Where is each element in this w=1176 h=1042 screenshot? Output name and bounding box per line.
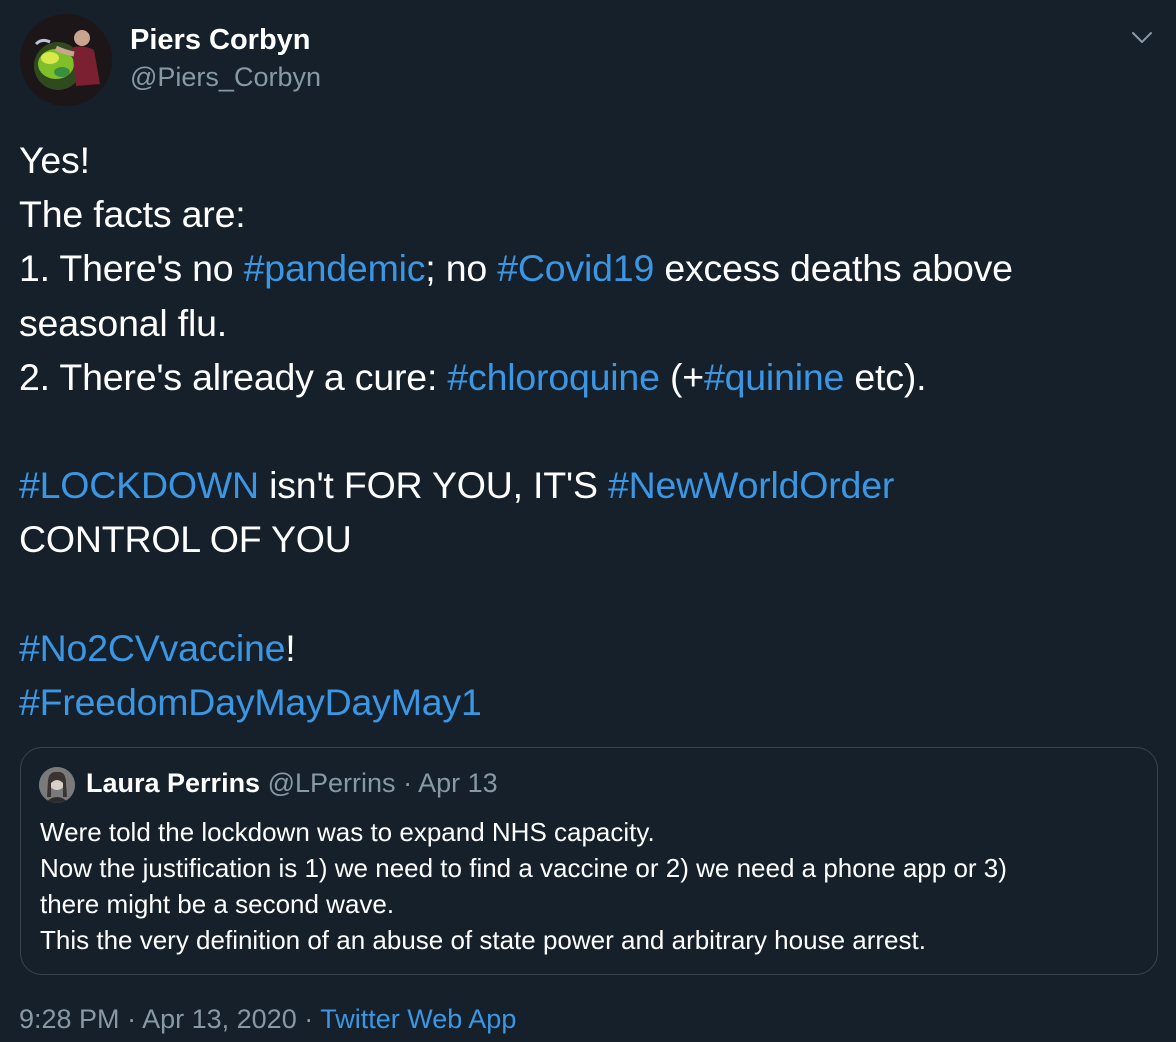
tweet-text-line: 2. There's already a cure: #chloroquine … (19, 350, 1159, 404)
tweet-text-line: Yes! (19, 133, 1159, 187)
tweet-text-segment: CONTROL OF YOU (19, 518, 352, 561)
quoted-author-name: Laura Perrins (86, 768, 261, 798)
quoted-text-line: there might be a second wave. (40, 889, 395, 919)
hashtag-link[interactable]: #NewWorldOrder (608, 464, 894, 506)
footer-separator: · (304, 1004, 314, 1034)
tweet-text-line: The facts are: (19, 187, 1159, 241)
tweet-text-segment: isn't FOR YOU, IT'S (258, 464, 608, 507)
tweet-text-segment: The facts are: (19, 193, 246, 236)
quoted-author-avatar (39, 767, 75, 803)
quoted-author-handle: @LPerrins (267, 768, 396, 798)
tweet-text-line: 1. There's no #pandemic; no #Covid19 exc… (19, 241, 1159, 295)
tweet-text-line (19, 567, 1159, 621)
quoted-text-line: Were told the lockdown was to expand NHS… (40, 817, 655, 847)
tweet-text-line (19, 404, 1159, 458)
tweet-text-segment: (+ (659, 355, 704, 398)
hashtag-link[interactable]: #No2CVvaccine (19, 627, 285, 669)
tweet-text-segment: ; no (425, 247, 498, 290)
tweet-text-line: #FreedomDayMayDayMay1 (19, 675, 1159, 729)
quoted-text-line: Now the justification is 1) we need to f… (40, 853, 1007, 883)
hashtag-link[interactable]: #Covid19 (497, 247, 654, 289)
tweet-text-segment: seasonal flu. (19, 301, 227, 344)
tweet-source-link[interactable]: Twitter Web App (320, 1004, 516, 1034)
tweet-card: Piers Corbyn @Piers_Corbyn Yes! The facts… (0, 0, 1176, 1042)
tweet-text-segment: 1. There's no (19, 247, 244, 290)
hashtag-link[interactable]: #FreedomDayMayDayMay1 (19, 681, 482, 723)
quoted-text-line: This the very definition of an abuse of … (40, 925, 926, 955)
quoted-tweet-text: Were told the lockdown was to expand NHS… (40, 814, 1140, 958)
author-avatar[interactable] (20, 14, 112, 106)
quoted-tweet[interactable]: Laura Perrins @LPerrins · Apr 13 Were to… (20, 747, 1158, 975)
tweet-text-segment: ! (285, 626, 296, 669)
tweet-text-line: CONTROL OF YOU (19, 512, 1159, 566)
tweet-text-line: #No2CVvaccine! (19, 621, 1159, 675)
quoted-date: Apr 13 (418, 768, 498, 798)
footer-separator: · (127, 1004, 137, 1034)
tweet-text-segment: etc). (844, 355, 927, 398)
hashtag-link[interactable]: #pandemic (244, 247, 426, 289)
hashtag-link[interactable]: #quinine (704, 356, 844, 398)
tweet-text-segment: 2. There's already a cure: (19, 355, 448, 398)
tweet-text-line: seasonal flu. (19, 296, 1159, 350)
tweet-date[interactable]: Apr 13, 2020 (142, 1004, 297, 1034)
quoted-tweet-header: Laura Perrins @LPerrins · Apr 13 (86, 768, 498, 799)
tweet-time[interactable]: 9:28 PM (19, 1004, 120, 1034)
quoted-separator: · (403, 768, 413, 798)
chevron-down-icon[interactable] (1126, 22, 1158, 54)
tweet-text: Yes! The facts are: 1. There's no #pandemi… (19, 133, 1159, 729)
tweet-footer: 9:28 PM · Apr 13, 2020 · Twitter Web App (19, 1004, 516, 1035)
hashtag-link[interactable]: #chloroquine (447, 356, 660, 398)
tweet-text-segment: Yes! (19, 139, 90, 181)
tweet-text-line: #LOCKDOWN isn't FOR YOU, IT'S #NewWorldO… (19, 458, 1159, 512)
hashtag-link[interactable]: #LOCKDOWN (19, 464, 259, 506)
avatar-image (20, 14, 112, 106)
author-handle[interactable]: @Piers_Corbyn (130, 62, 321, 93)
author-display-name[interactable]: Piers Corbyn (130, 24, 311, 57)
tweet-text-segment: excess deaths above (654, 247, 1013, 290)
